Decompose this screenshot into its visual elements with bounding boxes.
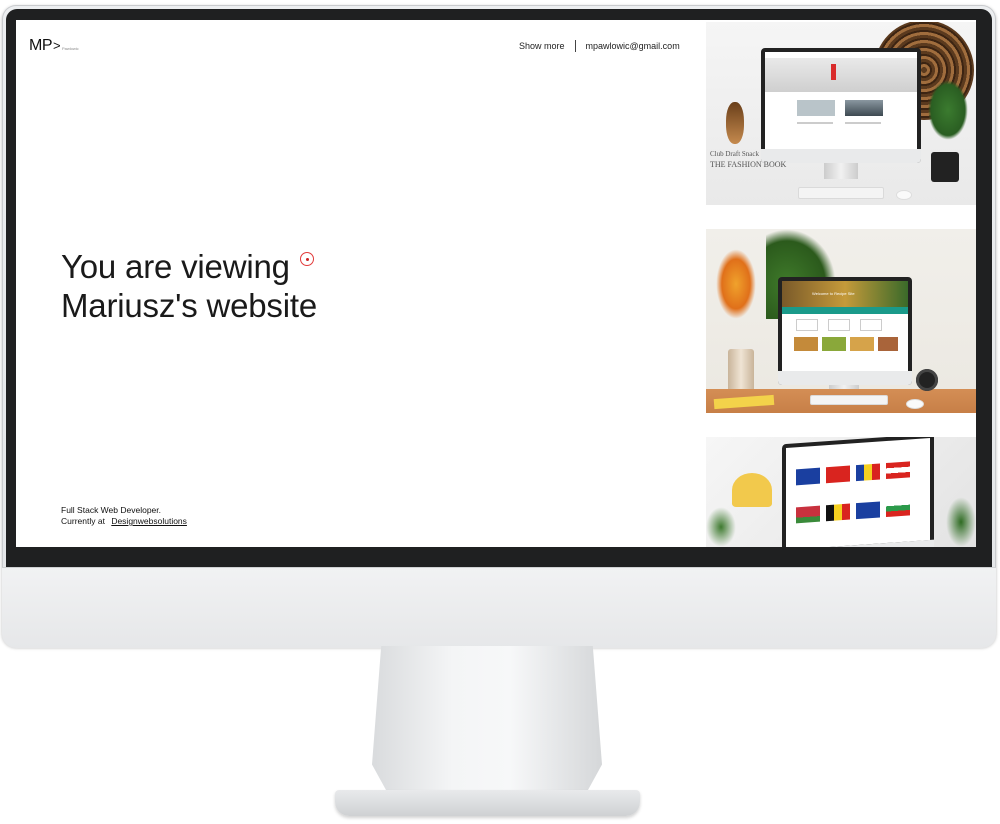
- mini-imac-1: [761, 48, 921, 163]
- mini-stand-1: [824, 163, 858, 179]
- nav-divider: [574, 40, 576, 52]
- headline-line-1: You are viewing: [61, 248, 290, 285]
- flag-andorra-icon: [856, 463, 880, 482]
- project-thumbnail-1[interactable]: Club Draft Snack THE FASHION BOOK: [706, 22, 976, 205]
- bird-of-paradise-flower-icon: [716, 249, 756, 319]
- hero-headline: You are viewing Mariusz's website: [61, 247, 317, 325]
- book-caption-1: Club Draft Snack: [710, 150, 759, 158]
- top-nav: Show more mpawlowic@gmail.com: [519, 40, 680, 52]
- role-text: Full Stack Web Developer.: [61, 505, 161, 515]
- book-caption-2: THE FASHION BOOK: [710, 160, 787, 169]
- flag-bulgaria-icon: [886, 499, 910, 518]
- flag-aland-icon: [796, 467, 820, 486]
- sculpture-icon: [726, 102, 744, 144]
- website-screen: MP> Pawlowic Show more mpawlowic@gmail.c…: [16, 20, 976, 547]
- show-more-link[interactable]: Show more: [519, 41, 565, 51]
- plant-icon-2: [706, 507, 736, 547]
- mouse-icon-2: [906, 399, 924, 409]
- email-link[interactable]: mpawlowic@gmail.com: [586, 41, 680, 51]
- flag-albania-icon: [826, 465, 850, 484]
- mouse-icon: [896, 190, 912, 200]
- mini-imac-2: Welcome to Recipe Site: [778, 277, 912, 385]
- food-site-title: Welcome to Recipe Site: [812, 291, 855, 296]
- site-logo[interactable]: MP>: [29, 37, 61, 55]
- custom-cursor-icon: [300, 252, 314, 266]
- monitor-stand: [372, 646, 602, 798]
- project-thumbnail-3[interactable]: [706, 437, 976, 547]
- keyboard-icon: [798, 187, 884, 199]
- clock-icon: [916, 369, 938, 391]
- flag-belgium-icon: [826, 503, 850, 522]
- intro-footer: Full Stack Web Developer. Currently at D…: [61, 505, 187, 527]
- project-thumbnail-2[interactable]: Welcome to Recipe Site: [706, 229, 976, 413]
- flag-austria-icon: [886, 461, 910, 480]
- plant-icon: [928, 80, 968, 140]
- keyboard-icon-2: [810, 395, 888, 405]
- logo-text: MP: [29, 37, 53, 54]
- plant-icon-3: [946, 497, 976, 547]
- monitor-base: [335, 790, 640, 816]
- lamp-icon: [732, 473, 772, 507]
- mini-imac-3: [782, 437, 934, 547]
- monitor-chin: [2, 567, 996, 648]
- logo-chevron: >: [53, 38, 61, 53]
- currently-at-label: Currently at: [61, 516, 105, 526]
- logo-subtitle: Pawlowic: [62, 46, 79, 51]
- flag-bosnia-icon: [856, 501, 880, 520]
- plant-pot-icon: [931, 152, 959, 182]
- flag-belarus-icon: [796, 505, 820, 524]
- company-link[interactable]: Designwebsolutions: [111, 516, 187, 526]
- headline-line-2: Mariusz's website: [61, 287, 317, 324]
